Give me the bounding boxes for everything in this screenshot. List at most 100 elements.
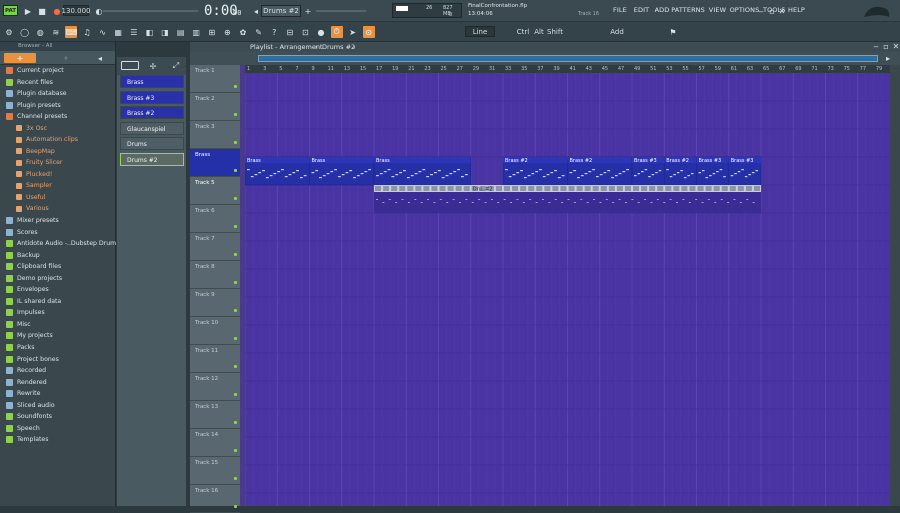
channel-item[interactable]: Drums — [120, 137, 184, 151]
track-mute-led[interactable] — [234, 225, 237, 228]
track-header[interactable]: Track 13 — [190, 401, 240, 429]
gear-icon[interactable]: ✿ — [237, 26, 249, 38]
browser-item[interactable]: Antidote Audio -..Dubstep Drum Pack — [6, 238, 132, 249]
browser-item[interactable]: Sliced audio — [6, 400, 55, 411]
menu-view[interactable]: VIEW — [709, 6, 726, 14]
magnet-icon[interactable]: ⊙ — [362, 26, 375, 38]
browser-item[interactable]: Sampler — [16, 180, 52, 191]
close-icon[interactable]: ✕ — [776, 5, 788, 17]
track-header[interactable]: Track 5 — [190, 177, 240, 205]
browser-item[interactable]: Clipboard files — [6, 261, 61, 272]
browser-item[interactable]: Channel presets — [6, 111, 67, 122]
menu-edit[interactable]: EDIT — [634, 6, 649, 14]
menu-help[interactable]: HELP — [788, 6, 805, 14]
track-header[interactable]: Track 11 — [190, 345, 240, 373]
browser-item[interactable]: Impulses — [6, 307, 45, 318]
key-ctrl-button[interactable]: Ctrl — [516, 26, 530, 37]
channel-item[interactable]: Brass #2 — [120, 106, 184, 120]
track-header[interactable]: Track 16 — [190, 485, 240, 513]
typing-keyboard-icon[interactable]: ⌨ — [65, 26, 78, 38]
track-header[interactable]: Track 2 — [190, 93, 240, 121]
playlist-icon[interactable]: ◨ — [159, 26, 171, 38]
disk-icon[interactable]: ⊡ — [299, 26, 311, 38]
track-mute-led[interactable] — [234, 141, 237, 144]
track-mute-led[interactable] — [234, 477, 237, 480]
tempo-display[interactable]: 130.000 — [62, 5, 90, 16]
track-header[interactable]: Track 3 — [190, 121, 240, 149]
stop-icon[interactable]: ■ — [36, 5, 48, 17]
pattern-clip[interactable]: Brass #3 — [631, 156, 665, 186]
key-shift-button[interactable]: Shift — [547, 26, 563, 37]
track-mute-led[interactable] — [234, 393, 237, 396]
master-pitch-slider[interactable] — [103, 10, 198, 12]
record-toggle-icon[interactable]: ● — [315, 26, 327, 38]
track-mute-led[interactable] — [234, 505, 237, 508]
pattern-clip[interactable]: Brass #3 — [696, 156, 729, 186]
browser-item[interactable]: Automation clips — [16, 134, 78, 145]
browser-add-button[interactable]: + — [4, 53, 36, 63]
menu-file[interactable]: FILE — [613, 6, 627, 14]
browser-item[interactable]: My projects — [6, 330, 53, 341]
pattern-selector[interactable]: Drums #2 — [261, 5, 301, 17]
browser-item[interactable]: Mixer presets — [6, 215, 59, 226]
browser-item[interactable]: Scores — [6, 227, 38, 238]
browser-item[interactable]: Speech — [6, 423, 40, 434]
track-header[interactable]: Track 9 — [190, 289, 240, 317]
key-add-button[interactable]: Add — [610, 26, 624, 37]
track-mute-led[interactable] — [234, 337, 237, 340]
drum-clips[interactable]: Dru..#2 — [374, 185, 761, 213]
help-icon[interactable]: ? — [268, 26, 280, 38]
pattern-clip[interactable]: Brass #2 — [502, 156, 568, 186]
track-mute-led[interactable] — [234, 85, 237, 88]
pianoroll-icon[interactable]: ▤ — [175, 26, 187, 38]
browser-item[interactable]: Backup — [6, 250, 40, 261]
browser-item[interactable]: Packs — [6, 342, 34, 353]
arrow-icon[interactable]: ➤ — [347, 26, 359, 38]
browser-icon[interactable]: ◧ — [143, 26, 155, 38]
track-mute-led[interactable] — [234, 281, 237, 284]
channel-icon[interactable]: ▥ — [190, 26, 202, 38]
track-mute-led[interactable] — [234, 253, 237, 256]
clip-icon[interactable]: ⊟ — [284, 26, 296, 38]
track-mute-led[interactable] — [234, 309, 237, 312]
browser-item[interactable]: IL shared data — [6, 296, 61, 307]
browser-item[interactable]: Current project — [6, 65, 64, 76]
browser-item[interactable]: Useful — [16, 192, 45, 203]
browser-item[interactable]: Various — [16, 203, 49, 214]
browser-item[interactable]: Recorded — [6, 365, 46, 376]
browser-item[interactable]: Soundfonts — [6, 411, 52, 422]
browser-item[interactable]: Templates — [6, 434, 48, 445]
key-alt-button[interactable]: Alt — [532, 26, 546, 37]
browser-item[interactable]: Envelopes — [6, 284, 49, 295]
pattern-clip[interactable]: Brass — [245, 156, 310, 186]
browser-item[interactable]: Misc — [6, 319, 31, 330]
pattern-add-icon[interactable]: + — [302, 5, 314, 17]
pattern-clip[interactable]: Brass #2 — [567, 156, 633, 186]
track-mute-led[interactable] — [234, 113, 237, 116]
track-mute-led[interactable] — [234, 197, 237, 200]
tempo-icon[interactable]: ⏱ — [330, 26, 343, 38]
track-header[interactable]: Brass — [190, 149, 240, 177]
piano-roll-icon[interactable] — [121, 61, 139, 70]
browser-item[interactable]: Plucked! — [16, 169, 52, 180]
stepseq-icon[interactable]: ▦ — [112, 26, 124, 38]
browser-item[interactable]: Demo projects — [6, 273, 62, 284]
track-header[interactable]: Track 15 — [190, 457, 240, 485]
main-volume-slider[interactable] — [316, 10, 366, 12]
browser-search-icon[interactable]: ◦ — [60, 52, 72, 64]
snap-selector[interactable]: Line — [465, 26, 495, 37]
track-header[interactable]: Track 14 — [190, 429, 240, 457]
channel-item[interactable]: Drums #2 — [120, 153, 184, 166]
track-mute-led[interactable] — [234, 365, 237, 368]
record-mode-icon[interactable]: ◍ — [34, 26, 46, 38]
mixer-icon[interactable]: ☰ — [128, 26, 140, 38]
arrangement-grid[interactable]: Brass Brass Brass Brass #2 Brass #2 Brass #3 B… — [245, 65, 890, 506]
pattern-clip[interactable]: Brass — [373, 156, 471, 186]
track-header[interactable]: Track 6 — [190, 205, 240, 233]
pattern-song-toggle[interactable]: PAT — [3, 5, 18, 16]
browser-menu-icon[interactable]: ◂ — [94, 52, 106, 64]
add-channel-icon[interactable]: ✢ — [147, 60, 159, 72]
browser-item[interactable]: Plugin presets — [6, 100, 61, 111]
track-mute-led[interactable] — [234, 421, 237, 424]
pattern-clip[interactable]: Brass #2 — [664, 156, 697, 186]
